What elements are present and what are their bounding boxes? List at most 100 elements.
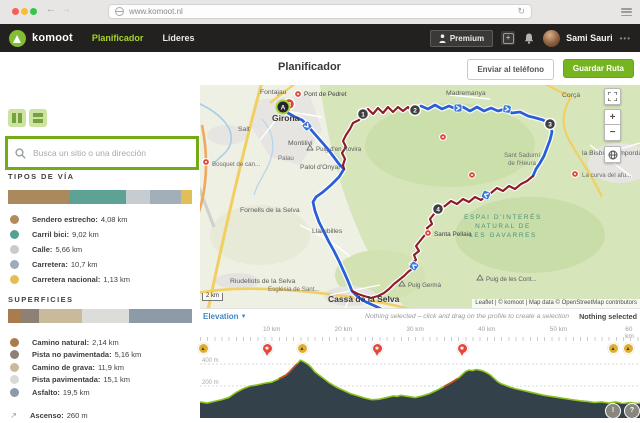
waypoint-marker-1[interactable]: 1 bbox=[358, 109, 369, 120]
search-icon bbox=[15, 148, 26, 159]
globe-icon bbox=[608, 150, 618, 160]
svg-text:A: A bbox=[281, 104, 286, 111]
elevation-chart[interactable]: 400 m200 m bbox=[200, 346, 640, 418]
elevation-dropdown[interactable]: Elevation bbox=[203, 312, 239, 321]
map-canvas[interactable]: BA1234FontajauPont de PedretGironaSaltMo… bbox=[200, 85, 640, 308]
bar-segment bbox=[39, 309, 81, 323]
help-button[interactable]: ? bbox=[624, 403, 640, 419]
map-label: Església de Sant... bbox=[268, 286, 320, 293]
legend-item: Carretera nacional:1,13 km bbox=[8, 273, 192, 285]
poi-marker[interactable] bbox=[572, 171, 579, 178]
legend-value: 15,1 km bbox=[103, 375, 130, 384]
highlight-peak-badge[interactable]: ▲ bbox=[623, 343, 634, 354]
route-map[interactable]: BA1234FontajauPont de PedretGironaSaltMo… bbox=[200, 85, 640, 308]
legend-label: Camino de grava: bbox=[32, 363, 95, 372]
reload-icon[interactable]: ↻ bbox=[517, 6, 525, 17]
waypoint-marker-A[interactable]: A bbox=[277, 101, 290, 114]
poi-marker[interactable] bbox=[295, 91, 302, 98]
legend-label: Asfalto: bbox=[32, 388, 60, 397]
zoom-out-button[interactable]: − bbox=[604, 125, 621, 141]
svg-text:3: 3 bbox=[548, 121, 552, 128]
person-icon bbox=[439, 34, 446, 43]
browser-menu-icon[interactable] bbox=[621, 8, 632, 16]
more-menu-icon[interactable]: ••• bbox=[620, 34, 631, 43]
highlight-peak-badge[interactable]: ▲ bbox=[297, 343, 308, 354]
map-attribution: Leaflet | © komoot | Map data © OpenStre… bbox=[472, 299, 640, 308]
komoot-logo-icon[interactable] bbox=[9, 30, 26, 47]
legend-item: Asfalto:19,5 km bbox=[8, 386, 192, 398]
surfaces-title: SUPERFICIES bbox=[8, 295, 73, 304]
selection-hint: Nothing selected – click and drag on the… bbox=[247, 313, 570, 320]
add-button[interactable]: + bbox=[501, 31, 515, 45]
poi-marker[interactable] bbox=[440, 134, 447, 141]
columns-icon bbox=[12, 113, 22, 123]
highlight-pin[interactable]: ✱ bbox=[372, 343, 383, 354]
info-button[interactable]: ! bbox=[605, 403, 621, 419]
zoom-in-button[interactable]: + bbox=[604, 109, 621, 125]
zoom-in-icon: + bbox=[610, 112, 616, 123]
layout-columns-button[interactable] bbox=[8, 109, 26, 127]
poi-marker[interactable] bbox=[469, 172, 476, 179]
route-direction-arrow bbox=[502, 104, 511, 113]
map-label: La curva del afu... bbox=[582, 172, 631, 179]
highlight-peak-badge[interactable]: ▲ bbox=[198, 343, 209, 354]
back-button[interactable]: ← bbox=[46, 4, 56, 15]
highlight-peak-badge[interactable]: ▲ bbox=[608, 343, 619, 354]
legend-item: Camino de grava:11,9 km bbox=[8, 361, 192, 373]
bar-segment bbox=[8, 309, 21, 323]
surfaces-bar bbox=[8, 309, 192, 323]
address-bar[interactable]: www.komoot.nl ↻ bbox=[108, 4, 532, 19]
legend-value: 4,08 km bbox=[101, 215, 128, 224]
minimize-window-button[interactable] bbox=[21, 8, 28, 15]
fullscreen-button[interactable] bbox=[604, 88, 621, 105]
waypoint-marker-3[interactable]: 3 bbox=[545, 119, 556, 130]
top-nav: komoot Planificador Líderes Premium + Sa… bbox=[0, 24, 640, 52]
stat-label: Ascenso: bbox=[30, 411, 64, 420]
waypoint-marker-4[interactable]: 4 bbox=[433, 204, 444, 215]
send-to-phone-button[interactable]: Enviar al teléfono bbox=[467, 59, 554, 80]
bar-segment bbox=[126, 190, 150, 204]
user-name[interactable]: Sami Sauri bbox=[566, 33, 613, 43]
legend-item: Carril bici:9,02 km bbox=[8, 228, 192, 240]
nav-item-lideres[interactable]: Líderes bbox=[162, 33, 194, 43]
bar-segment bbox=[8, 190, 69, 204]
waypoint-marker-row: ▲ ✱ ▲ ✱ ✱ ▲ ▲ bbox=[200, 342, 640, 356]
waypoint-marker-2[interactable]: 2 bbox=[410, 105, 421, 116]
search-box[interactable] bbox=[5, 136, 199, 170]
legend-color-dot bbox=[10, 260, 19, 269]
page-title: Planificador bbox=[278, 61, 341, 73]
map-label: Puig d'en Rovira bbox=[316, 146, 362, 153]
axis-tick-label: 30 km bbox=[406, 326, 423, 333]
brand-name[interactable]: komoot bbox=[32, 32, 73, 44]
legend-value: 5,66 km bbox=[55, 245, 82, 254]
forward-button[interactable]: → bbox=[61, 4, 71, 15]
maximize-window-button[interactable] bbox=[30, 8, 37, 15]
map-label: Llambilles bbox=[312, 228, 343, 235]
close-window-button[interactable] bbox=[12, 8, 19, 15]
highlight-pin[interactable]: ✱ bbox=[457, 343, 468, 354]
stat-value: 260 m bbox=[67, 411, 88, 420]
notifications-bell-icon[interactable] bbox=[524, 33, 534, 44]
premium-label: Premium bbox=[450, 34, 484, 43]
search-input[interactable] bbox=[31, 147, 196, 159]
nav-item-planificador[interactable]: Planificador bbox=[92, 33, 144, 43]
legend-color-dot bbox=[10, 338, 19, 347]
legend-label: Sendero estrecho: bbox=[32, 215, 98, 224]
highlight-pin[interactable]: ✱ bbox=[262, 343, 273, 354]
legend-color-dot bbox=[10, 375, 19, 384]
layout-rows-button[interactable] bbox=[29, 109, 47, 127]
map-label: Palau bbox=[278, 155, 294, 162]
komoot-planner-window: ← → www.komoot.nl ↻ komoot Planificador … bbox=[0, 0, 640, 423]
map-label: Fornells de la Selva bbox=[240, 207, 300, 214]
save-route-button[interactable]: Guardar Ruta bbox=[563, 59, 634, 78]
axis-tick-label: 20 km bbox=[335, 326, 352, 333]
axis-tick-label: 10 km bbox=[263, 326, 280, 333]
map-label: de l'Heura bbox=[508, 160, 537, 167]
poi-marker[interactable] bbox=[203, 159, 210, 166]
premium-button[interactable]: Premium bbox=[430, 30, 493, 47]
layers-button[interactable] bbox=[604, 146, 621, 163]
avatar[interactable] bbox=[543, 30, 560, 47]
map-label: Montilivi bbox=[288, 140, 313, 147]
poi-marker[interactable] bbox=[425, 230, 432, 237]
bar-segment bbox=[21, 309, 39, 323]
